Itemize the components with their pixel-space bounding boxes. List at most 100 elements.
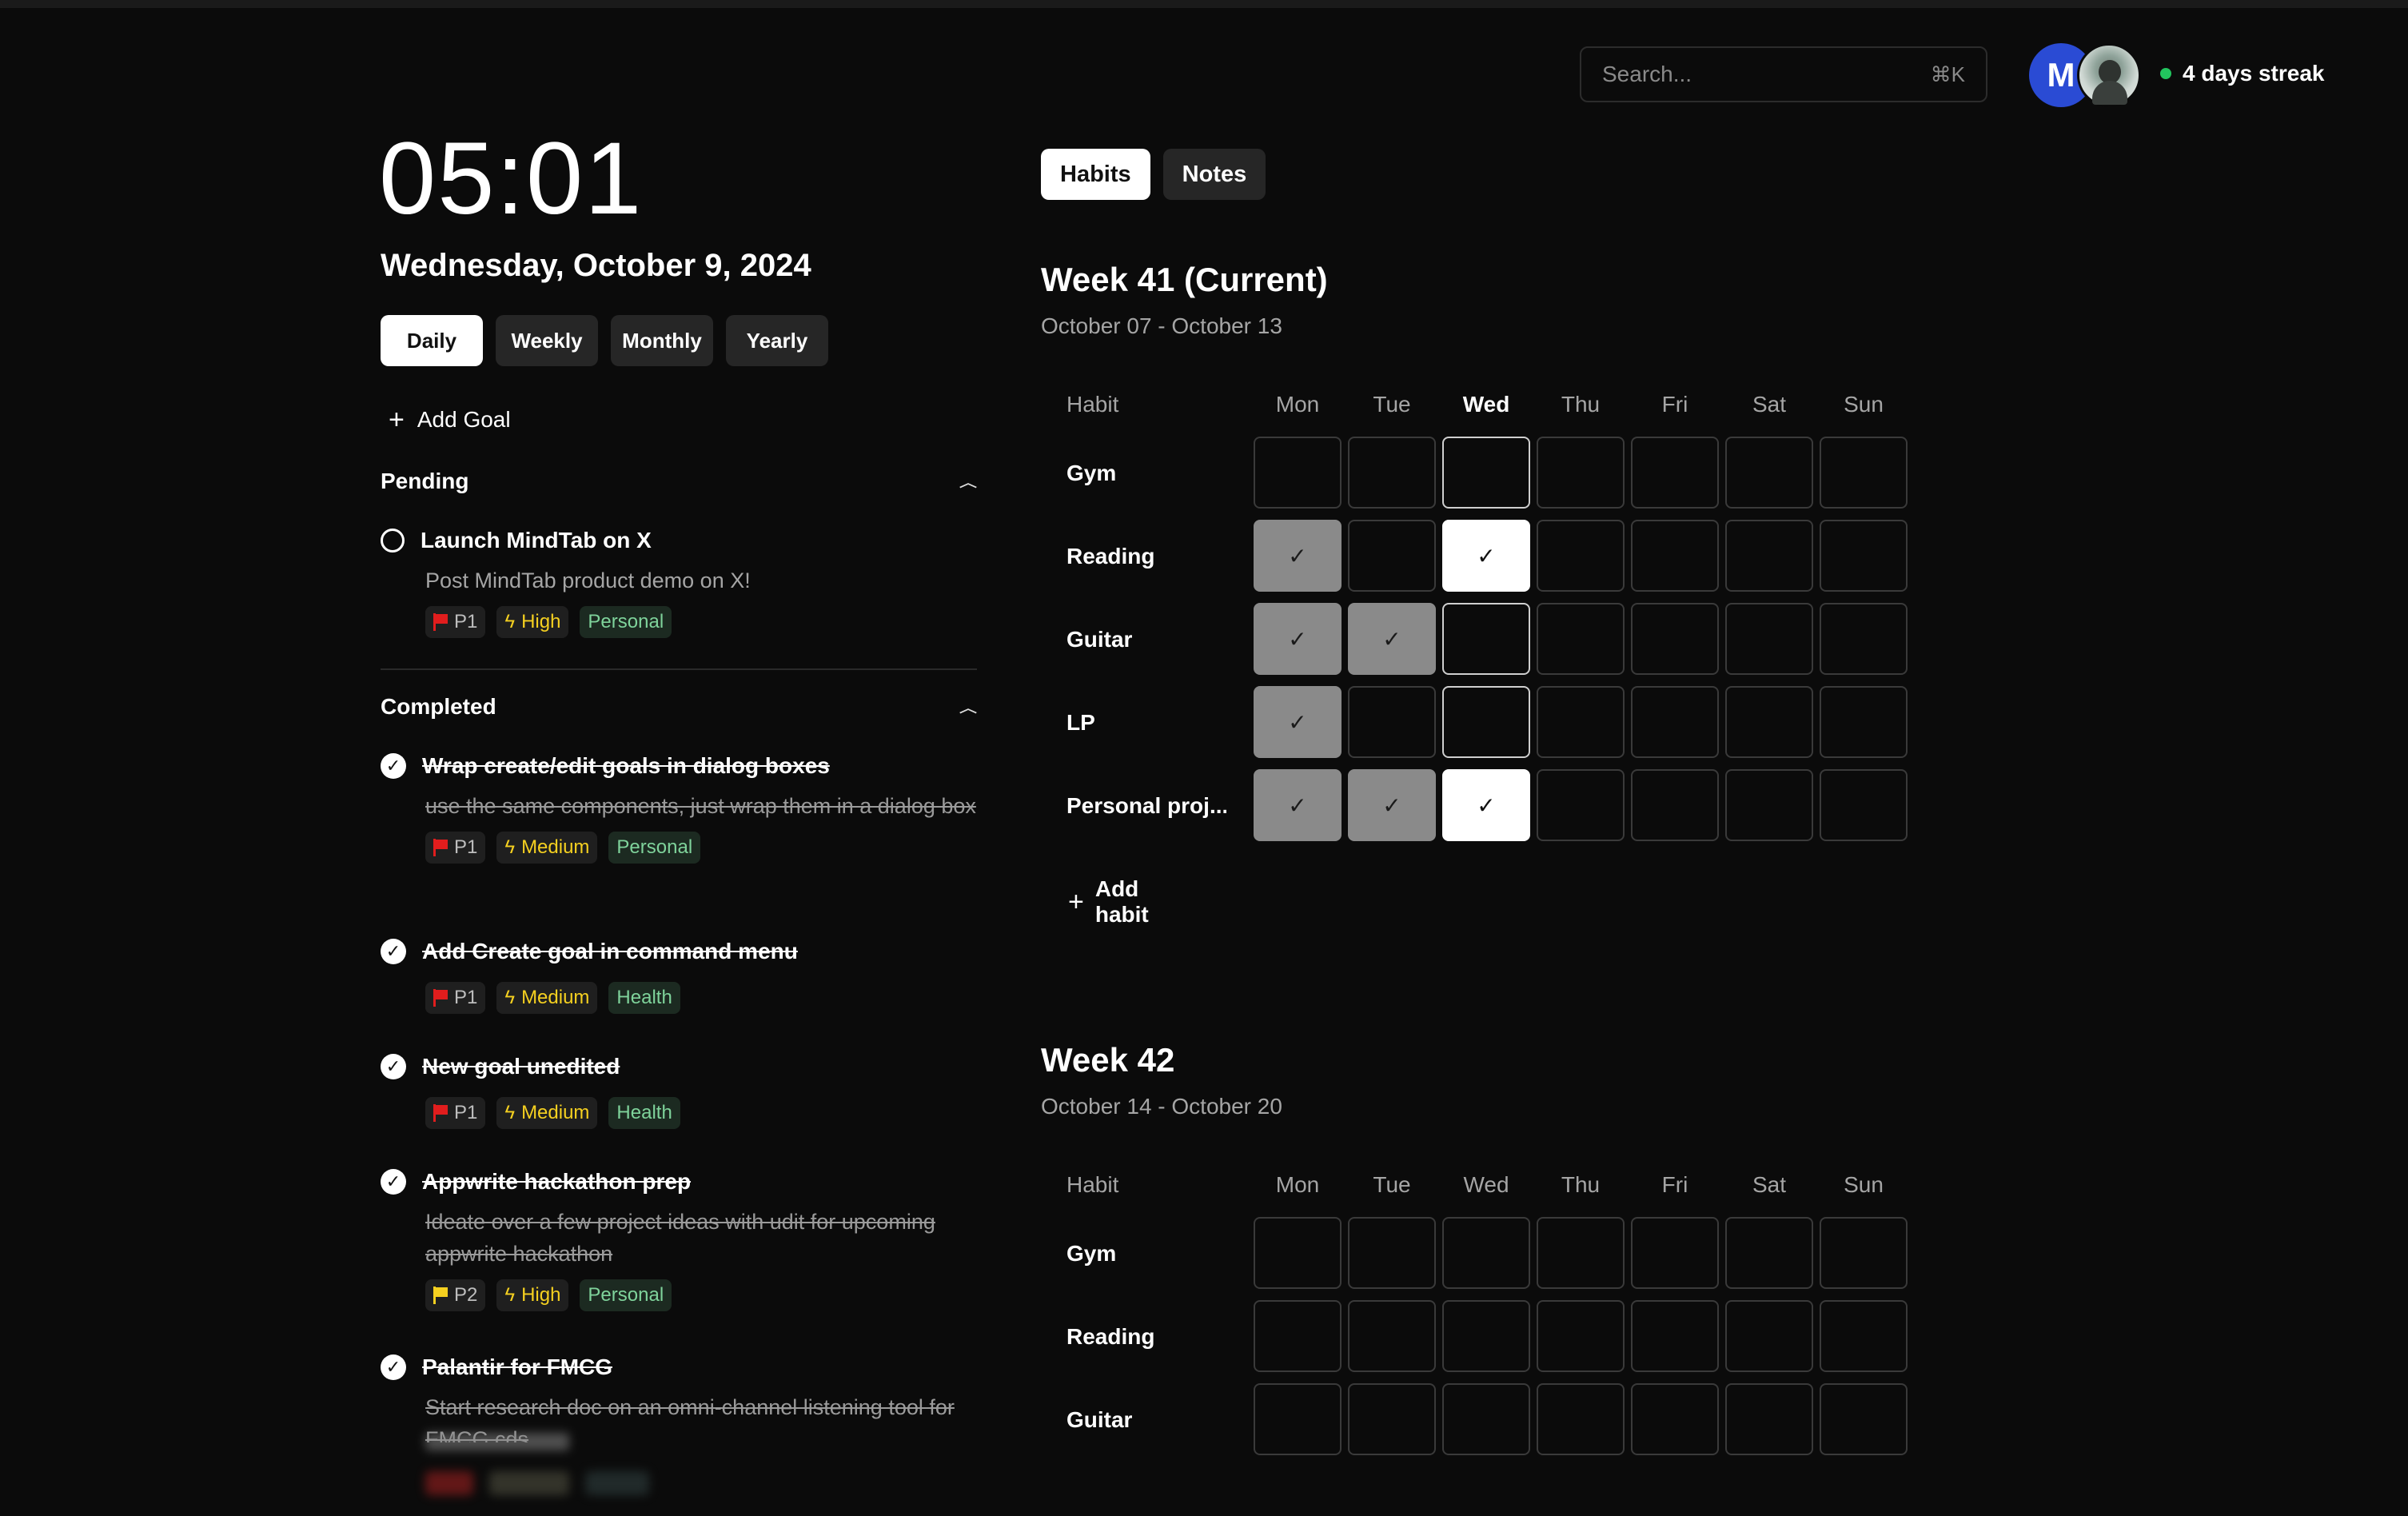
bolt-icon: ϟ (504, 1284, 516, 1306)
habit-cell[interactable] (1442, 603, 1530, 675)
completed-section-header[interactable]: Completed ︿ (381, 694, 977, 720)
habit-cell[interactable] (1348, 1383, 1436, 1455)
habit-cell[interactable]: ✓ (1348, 769, 1436, 841)
habit-cell[interactable] (1631, 520, 1719, 592)
habit-cell[interactable]: ✓ (1442, 769, 1530, 841)
add-goal-button[interactable]: + Add Goal (389, 406, 511, 433)
habit-cell[interactable] (1820, 1217, 1908, 1289)
habit-cell[interactable] (1254, 1217, 1342, 1289)
search-input[interactable]: Search... ⌘K (1580, 46, 1987, 102)
habit-cell[interactable] (1820, 520, 1908, 592)
habit-cell[interactable] (1725, 1300, 1813, 1372)
habit-cell[interactable] (1348, 520, 1436, 592)
habit-cell[interactable] (1537, 769, 1625, 841)
habit-cell[interactable]: ✓ (1254, 686, 1342, 758)
habit-name: Personal proj... (1066, 793, 1226, 818)
habit-cell[interactable] (1537, 437, 1625, 509)
habit-cell[interactable] (1348, 1300, 1436, 1372)
habit-cell[interactable] (1631, 686, 1719, 758)
blurred-overflow (381, 1428, 1004, 1516)
bolt-icon: ϟ (504, 611, 516, 632)
habit-cell[interactable] (1725, 1217, 1813, 1289)
habit-cell[interactable]: ✓ (1442, 520, 1530, 592)
check-circle-icon[interactable]: ✓ (381, 753, 406, 779)
chevron-up-icon[interactable]: ︿ (959, 473, 977, 490)
habit-cell[interactable] (1631, 437, 1719, 509)
habit-cell[interactable] (1537, 520, 1625, 592)
chevron-up-icon[interactable]: ︿ (959, 698, 977, 716)
range-monthly-button[interactable]: Monthly (611, 315, 713, 366)
check-icon: ✓ (1288, 543, 1307, 568)
range-yearly-button[interactable]: Yearly (726, 315, 828, 366)
habit-cell[interactable] (1820, 1383, 1908, 1455)
habit-cell[interactable] (1442, 686, 1530, 758)
level-badge: ϟ Medium (496, 1097, 598, 1129)
habit-cell[interactable] (1725, 437, 1813, 509)
habit-name: Reading (1066, 544, 1155, 568)
range-daily-button[interactable]: Daily (381, 315, 483, 366)
add-habit-button[interactable]: + Add habit (1068, 876, 1149, 928)
habit-cell[interactable] (1537, 686, 1625, 758)
habit-cell[interactable] (1820, 769, 1908, 841)
habit-cell[interactable] (1348, 437, 1436, 509)
habit-cell[interactable] (1820, 686, 1908, 758)
goal-item[interactable]: ✓ Add Create goal in command menu P1 ϟ Me… (381, 939, 977, 1014)
avatar-photo[interactable] (2077, 43, 2141, 107)
habit-cell[interactable]: ✓ (1254, 769, 1342, 841)
habit-cell[interactable] (1725, 1383, 1813, 1455)
habit-cell[interactable] (1254, 1383, 1342, 1455)
habit-cell[interactable] (1820, 437, 1908, 509)
habit-cell[interactable] (1537, 603, 1625, 675)
habit-cell[interactable] (1820, 1300, 1908, 1372)
date-label: Wednesday, October 9, 2024 (381, 248, 811, 283)
range-weekly-button[interactable]: Weekly (496, 315, 598, 366)
habit-cell[interactable] (1254, 437, 1342, 509)
habit-cell[interactable] (1631, 1217, 1719, 1289)
habit-cell[interactable] (1631, 769, 1719, 841)
tab-notes[interactable]: Notes (1162, 149, 1266, 200)
habit-cell[interactable] (1442, 1300, 1530, 1372)
habit-cell[interactable]: ✓ (1348, 603, 1436, 675)
plus-icon: + (1068, 886, 1084, 917)
view-tabs: Habits Notes (1041, 149, 1266, 200)
habit-cell[interactable] (1442, 1217, 1530, 1289)
habit-cell[interactable] (1725, 686, 1813, 758)
habit-name: Guitar (1066, 1407, 1133, 1432)
level-badge: ϟ Medium (496, 832, 598, 864)
habit-cell[interactable] (1725, 769, 1813, 841)
check-circle-icon[interactable]: ✓ (381, 1054, 406, 1079)
habit-cell[interactable] (1537, 1300, 1625, 1372)
check-circle-icon[interactable]: ✓ (381, 939, 406, 964)
habit-cell[interactable] (1442, 1383, 1530, 1455)
habit-cell[interactable] (1537, 1383, 1625, 1455)
goal-checkbox[interactable] (381, 529, 405, 553)
habit-cell[interactable]: ✓ (1254, 603, 1342, 675)
goal-item[interactable]: ✓ Appwrite hackathon prep Ideate over a … (381, 1169, 977, 1311)
tab-habits[interactable]: Habits (1041, 149, 1150, 200)
habit-cell[interactable] (1348, 686, 1436, 758)
habit-cell[interactable] (1725, 603, 1813, 675)
check-circle-icon[interactable]: ✓ (381, 1354, 406, 1380)
habit-cell[interactable] (1820, 603, 1908, 675)
habit-column-header: Habit (1066, 392, 1119, 417)
goal-item[interactable]: ✓ Wrap create/edit goals in dialog boxes… (381, 753, 977, 864)
habit-cell[interactable] (1442, 437, 1530, 509)
habit-cell[interactable] (1254, 1300, 1342, 1372)
category-badge: Personal (580, 1279, 672, 1311)
habit-cell[interactable]: ✓ (1254, 520, 1342, 592)
habit-cell[interactable] (1725, 520, 1813, 592)
day-header-wed: Wed (1463, 1172, 1509, 1197)
goal-title: New goal unedited (422, 1054, 620, 1079)
habit-column-header: Habit (1066, 1172, 1119, 1197)
pending-section-header[interactable]: Pending ︿ (381, 469, 977, 494)
habit-cell[interactable] (1537, 1217, 1625, 1289)
habit-cell[interactable] (1348, 1217, 1436, 1289)
goal-item[interactable]: ✓ New goal unedited P1 ϟ Medium Health (381, 1054, 977, 1129)
check-circle-icon[interactable]: ✓ (381, 1169, 406, 1195)
add-habit-label: Add habit (1094, 876, 1149, 927)
habit-cell[interactable] (1631, 1383, 1719, 1455)
habit-cell[interactable] (1631, 603, 1719, 675)
window-top-strip (0, 0, 2408, 8)
goal-item[interactable]: Launch MindTab on X Post MindTab product… (381, 528, 977, 638)
habit-cell[interactable] (1631, 1300, 1719, 1372)
